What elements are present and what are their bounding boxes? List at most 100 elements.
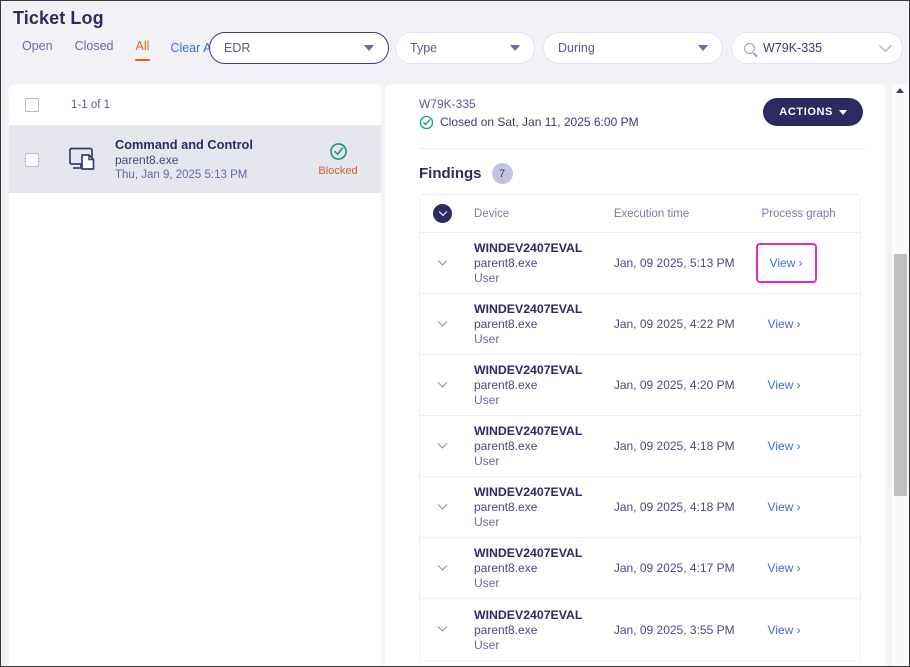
search-input[interactable]: W79K-335 (731, 32, 903, 64)
scroll-up-arrow-icon[interactable] (896, 88, 904, 93)
tab-open[interactable]: Open (11, 37, 64, 58)
filter-type-label: Type (410, 41, 438, 55)
check-circle-icon (329, 143, 347, 160)
device-user: User (474, 271, 500, 285)
table-row[interactable]: WINDEV2407EVAL parent8.exe User Jan, 09 … (420, 538, 860, 599)
device-user: User (474, 454, 500, 468)
view-graph-wrap[interactable]: View › (762, 312, 807, 336)
ticket-list-header: 1-1 of 1 (9, 84, 381, 126)
device-name: WINDEV2407EVAL (474, 424, 583, 438)
view-graph-link[interactable]: View › (768, 500, 801, 514)
search-icon (744, 42, 755, 54)
tab-all[interactable]: All (125, 37, 161, 61)
view-graph-highlight[interactable]: View › (755, 243, 817, 283)
view-graph-link[interactable]: View › (768, 623, 801, 637)
view-graph-link[interactable]: View › (768, 439, 801, 453)
status-label: Blocked (318, 165, 358, 177)
page-title: Ticket Log (13, 8, 104, 28)
filter-tabs: Open Closed All Clear All (11, 37, 217, 61)
ticket-process: parent8.exe (115, 152, 179, 167)
column-header-device: Device (474, 207, 510, 220)
view-graph-link[interactable]: View › (768, 317, 801, 331)
check-circle-icon (419, 115, 434, 129)
device-process: parent8.exe (474, 561, 538, 575)
ticket-list-panel: 1-1 of 1 Command and Control parent8.exe… (9, 84, 381, 666)
cell-execution-time: Jan, 09 2025, 3:55 PM (613, 622, 735, 637)
column-header-execution-time: Execution time (613, 207, 690, 220)
findings-table-header: Device Execution time Process graph (420, 195, 860, 233)
status-badge: Blocked (301, 142, 375, 177)
select-all-checkbox[interactable] (25, 97, 39, 112)
detail-closed-text: Closed on Sat, Jan 11, 2025 6:00 PM (440, 115, 639, 129)
view-graph-link[interactable]: View › (768, 378, 801, 392)
cell-execution-time: Jan, 09 2025, 4:17 PM (613, 561, 735, 575)
view-graph-link[interactable]: View › (768, 561, 801, 575)
expand-row-button[interactable] (433, 377, 452, 389)
expand-row-button[interactable] (433, 316, 452, 328)
ticket-item-text: Command and Control parent8.exe Thu, Jan… (115, 137, 301, 183)
endpoint-process-icon (67, 146, 101, 174)
view-graph-wrap[interactable]: View › (762, 373, 807, 397)
chevron-down-icon (437, 560, 448, 571)
chevron-down-icon (364, 45, 374, 51)
view-graph-wrap[interactable]: View › (762, 556, 807, 580)
actions-button[interactable]: ACTIONS (763, 98, 863, 126)
chevron-down-icon (437, 316, 448, 327)
cell-device: WINDEV2407EVAL parent8.exe User (474, 545, 614, 591)
device-process: parent8.exe (474, 622, 538, 637)
device-name: WINDEV2407EVAL (474, 302, 583, 316)
cell-device: WINDEV2407EVAL parent8.exe User (474, 301, 614, 347)
chevron-down-icon (437, 377, 448, 388)
filter-edr-dropdown[interactable]: EDR (209, 32, 389, 64)
table-row[interactable]: WINDEV2407EVAL parent8.exe User Jan, 09 … (420, 294, 860, 355)
device-user: User (474, 393, 500, 407)
expand-row-button[interactable] (433, 560, 452, 572)
cell-process-graph: View › (755, 243, 860, 283)
view-graph-wrap[interactable]: View › (762, 434, 807, 458)
cell-process-graph: View › (762, 434, 860, 458)
tab-closed[interactable]: Closed (64, 37, 125, 58)
collapse-all-button[interactable] (433, 204, 452, 223)
vertical-scrollbar[interactable] (891, 84, 908, 666)
device-process: parent8.exe (474, 317, 538, 331)
cell-execution-time: Jan, 09 2025, 4:20 PM (613, 378, 735, 392)
expand-row-button[interactable] (433, 438, 452, 450)
cell-execution-time: Jan, 09 2025, 4:22 PM (613, 317, 735, 331)
detail-header: W79K-335 Closed on Sat, Jan 11, 2025 6:0… (385, 84, 885, 144)
scrollbar-thumb[interactable] (894, 254, 907, 496)
view-graph-wrap[interactable]: View › (762, 618, 807, 642)
filter-type-dropdown[interactable]: Type (395, 32, 535, 64)
expand-row-button[interactable] (433, 621, 452, 633)
search-value: W79K-335 (763, 41, 823, 55)
expand-row-button[interactable] (433, 255, 452, 267)
table-row[interactable]: WINDEV2407EVAL parent8.exe User Jan, 09 … (420, 233, 860, 294)
table-row[interactable]: WINDEV2407EVAL parent8.exe User Jan, 09 … (420, 599, 860, 660)
filter-during-dropdown[interactable]: During (543, 32, 723, 64)
cell-device: WINDEV2407EVAL parent8.exe User (474, 607, 614, 653)
top-toolbar: Ticket Log Open Closed All Clear All EDR… (1, 1, 909, 75)
ticket-row-checkbox[interactable] (25, 152, 39, 167)
findings-title: Findings (419, 165, 482, 182)
chevron-down-icon (437, 499, 448, 510)
chevron-down-icon (438, 207, 447, 216)
ticket-title: Command and Control (115, 136, 253, 152)
chevron-down-icon (437, 621, 448, 632)
device-name: WINDEV2407EVAL (474, 485, 583, 499)
view-graph-link[interactable]: View › (770, 256, 803, 270)
table-row[interactable]: WINDEV2407EVAL parent8.exe User Jan, 09 … (420, 416, 860, 477)
chevron-down-icon (839, 109, 847, 115)
expand-row-button[interactable] (433, 499, 452, 511)
findings-count-badge: 7 (491, 163, 513, 184)
device-user: User (474, 332, 500, 346)
device-user: User (474, 576, 500, 590)
table-row[interactable]: WINDEV2407EVAL parent8.exe User Jan, 09 … (420, 477, 860, 538)
chevron-down-icon (437, 438, 448, 449)
cell-process-graph: View › (762, 495, 860, 519)
ticket-date: Thu, Jan 9, 2025 5:13 PM (115, 168, 248, 181)
view-graph-wrap[interactable]: View › (762, 495, 807, 519)
ticket-list-item[interactable]: Command and Control parent8.exe Thu, Jan… (9, 126, 381, 193)
chevron-down-icon (437, 255, 448, 266)
cell-process-graph: View › (762, 556, 860, 580)
table-row[interactable]: WINDEV2407EVAL parent8.exe User Jan, 09 … (420, 355, 860, 416)
column-header-process-graph: Process graph (761, 207, 836, 220)
